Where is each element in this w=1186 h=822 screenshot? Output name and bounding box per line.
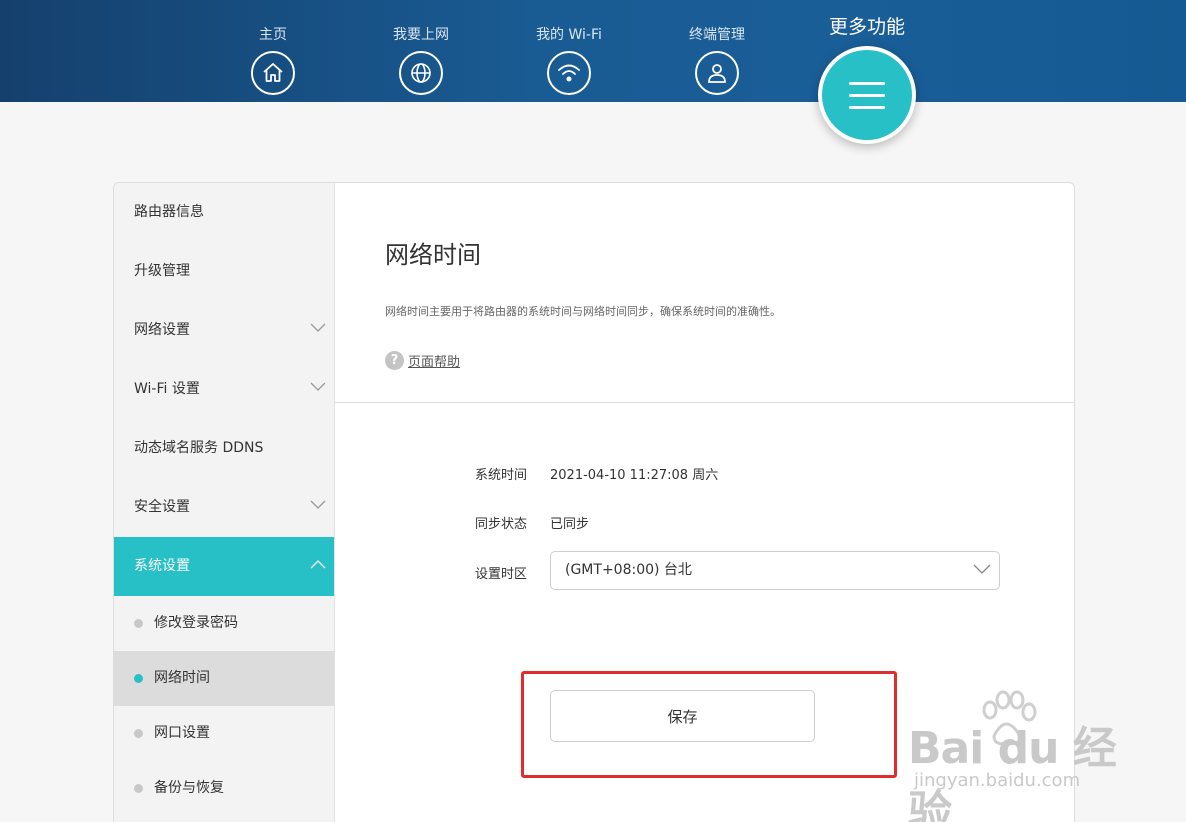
nav-item-internet[interactable]: 我要上网: [366, 26, 476, 95]
home-icon: [251, 51, 295, 95]
sidebar-item-ddns[interactable]: 动态域名服务 DDNS: [114, 419, 334, 478]
sidebar-item-label: 升级管理: [134, 263, 190, 279]
sidebar-item-wifi-settings[interactable]: Wi-Fi 设置: [114, 360, 334, 419]
timezone-select[interactable]: (GMT+08:00) 台北: [550, 551, 1000, 590]
bullet-icon: [134, 619, 143, 628]
top-navigation-bar: 主页 我要上网 我的 Wi-Fi 终端管理 更多功能: [0, 0, 1186, 102]
page-description: 网络时间主要用于将路由器的系统时间与网络时间同步，确保系统时间的准确性。: [385, 305, 781, 318]
divider: [335, 402, 1074, 403]
sidebar-item-label: 网络设置: [134, 322, 190, 338]
nav-label: 我的 Wi-Fi: [536, 27, 602, 43]
sidebar-subitem-port-settings[interactable]: 网口设置: [114, 706, 334, 761]
baidu-jingyan-watermark: Bai du 经验 jingyan.baidu.com: [908, 690, 1148, 822]
nav-label: 我要上网: [393, 27, 449, 43]
globe-icon: [399, 51, 443, 95]
watermark-url: jingyan.baidu.com: [914, 770, 1081, 791]
nav-item-devices[interactable]: 终端管理: [662, 26, 772, 95]
system-time-value: 2021-04-10 11:27:08 周六: [550, 468, 719, 483]
timezone-label: 设置时区: [475, 567, 528, 582]
sidebar-subitem-label: 网络时间: [154, 670, 210, 686]
bullet-icon: [134, 729, 143, 738]
sidebar-item-security[interactable]: 安全设置: [114, 478, 334, 537]
sidebar-subitem-label: 修改登录密码: [154, 615, 238, 631]
wifi-icon: [547, 51, 591, 95]
sidebar-item-upgrade[interactable]: 升级管理: [114, 242, 334, 301]
timezone-selected-value: (GMT+08:00) 台北: [565, 562, 692, 578]
page-help-link[interactable]: 页面帮助: [408, 351, 460, 370]
sidebar-item-label: 安全设置: [134, 499, 190, 515]
sidebar-subitem-label: 备份与恢复: [154, 780, 224, 796]
sidebar-item-label: 动态域名服务 DDNS: [134, 440, 264, 456]
sidebar: 路由器信息 升级管理 网络设置 Wi-Fi 设置 动态域名服务 DDNS 安全设…: [114, 183, 335, 822]
sidebar-subitem-change-password[interactable]: 修改登录密码: [114, 596, 334, 651]
more-functions-label: 更多功能: [828, 16, 905, 38]
bullet-icon: [134, 784, 143, 793]
sync-status-label: 同步状态: [475, 517, 528, 532]
sidebar-subitem-network-time[interactable]: 网络时间: [114, 651, 334, 706]
help-icon: ?: [385, 351, 404, 370]
menu-icon-bar: [849, 81, 885, 85]
sidebar-item-system-settings[interactable]: 系统设置: [114, 537, 334, 596]
nav-item-wifi[interactable]: 我的 Wi-Fi: [514, 26, 624, 95]
chevron-down-icon: [973, 564, 991, 574]
user-icon: [695, 51, 739, 95]
sidebar-item-label: Wi-Fi 设置: [134, 381, 200, 397]
watermark-text: Bai du 经验: [908, 723, 1117, 822]
sidebar-subitem-label: 网口设置: [154, 725, 210, 741]
sync-status-value: 已同步: [550, 517, 590, 532]
chevron-down-icon: [310, 323, 326, 332]
sidebar-item-label: 路由器信息: [134, 204, 204, 220]
nav-label: 主页: [259, 27, 287, 43]
page-title: 网络时间: [385, 241, 481, 269]
more-functions-button[interactable]: [818, 46, 916, 144]
nav-item-home[interactable]: 主页: [218, 26, 328, 95]
sidebar-subitem-backup-restore[interactable]: 备份与恢复: [114, 761, 334, 816]
nav-label: 终端管理: [689, 27, 745, 43]
menu-icon-bar: [849, 93, 885, 97]
system-time-label: 系统时间: [475, 468, 528, 483]
chevron-down-icon: [310, 500, 326, 509]
sidebar-item-network-settings[interactable]: 网络设置: [114, 301, 334, 360]
chevron-down-icon: [310, 382, 326, 391]
menu-icon-bar: [849, 105, 885, 109]
page-help[interactable]: ? 页面帮助: [385, 351, 460, 370]
sidebar-item-router-info[interactable]: 路由器信息: [114, 183, 334, 242]
highlight-annotation-box: [521, 671, 897, 778]
sidebar-item-label: 系统设置: [134, 558, 190, 574]
bullet-icon: [134, 674, 143, 683]
chevron-up-icon: [310, 560, 326, 569]
